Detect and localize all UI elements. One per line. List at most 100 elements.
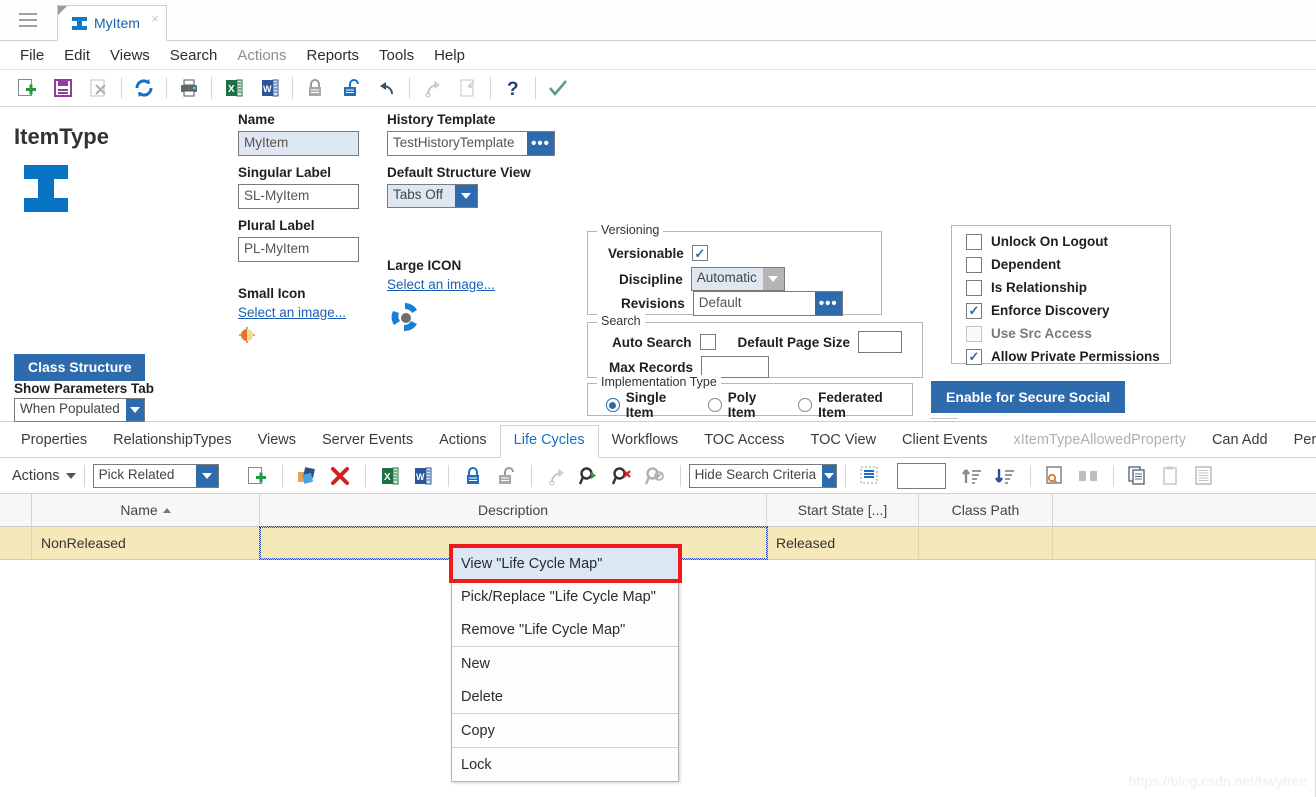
- redo-icon[interactable]: [414, 73, 450, 103]
- tab-can-add[interactable]: Can Add: [1199, 426, 1281, 457]
- large-icon-select-link[interactable]: Select an image...: [387, 277, 555, 292]
- menu-views[interactable]: Views: [100, 45, 160, 66]
- tab-workflows[interactable]: Workflows: [599, 426, 692, 457]
- default-structure-view-select[interactable]: Tabs Off: [387, 184, 478, 208]
- copy-icon[interactable]: [450, 73, 486, 103]
- undo-icon[interactable]: [369, 73, 405, 103]
- save-icon[interactable]: [45, 73, 81, 103]
- lock-icon[interactable]: [297, 73, 333, 103]
- singular-label-input[interactable]: SL-MyItem: [238, 184, 359, 209]
- refresh-icon[interactable]: [126, 73, 162, 103]
- delete-icon[interactable]: [81, 73, 117, 103]
- pick-related-select[interactable]: Pick Related: [92, 463, 219, 488]
- is-relationship-checkbox[interactable]: [966, 279, 982, 296]
- help-icon[interactable]: ?: [495, 73, 531, 103]
- menu-edit[interactable]: Edit: [54, 45, 100, 66]
- unlock-icon[interactable]: [490, 461, 523, 491]
- context-menu-item-remove-life-cycle-map[interactable]: Remove "Life Cycle Map": [452, 613, 678, 646]
- revisions-field[interactable]: Default •••: [692, 291, 843, 316]
- enable-secure-social-button[interactable]: Enable for Secure Social: [931, 381, 1126, 413]
- implementation-radio-federated[interactable]: [798, 398, 813, 412]
- flag-row-is-relationship[interactable]: Is Relationship: [952, 276, 1170, 299]
- context-menu-item-lock[interactable]: Lock: [452, 748, 678, 781]
- menu-search[interactable]: Search: [160, 45, 228, 66]
- menu-tools[interactable]: Tools: [369, 45, 424, 66]
- plural-label-input[interactable]: PL-MyItem: [238, 237, 359, 262]
- export-word-icon[interactable]: W: [252, 73, 288, 103]
- flag-row-unlock-on-logout[interactable]: Unlock On Logout: [952, 230, 1170, 253]
- tab-xitemtypeallowedproperty[interactable]: xItemTypeAllowedProperty: [1000, 426, 1198, 457]
- default-page-size-input[interactable]: [858, 331, 903, 353]
- pick-related-item-icon[interactable]: [291, 461, 324, 491]
- hide-search-criteria-select[interactable]: Hide Search Criteria: [688, 463, 837, 488]
- chevron-down-icon[interactable]: [455, 185, 477, 207]
- enforce-discovery-checkbox[interactable]: [966, 302, 982, 319]
- discipline-select[interactable]: Automatic: [690, 267, 785, 291]
- select-all-icon[interactable]: [854, 461, 887, 491]
- tab-relationshiptypes[interactable]: RelationshipTypes: [100, 426, 245, 457]
- history-template-field[interactable]: TestHistoryTemplate •••: [387, 131, 555, 156]
- tab-perm[interactable]: Perm: [1281, 426, 1316, 457]
- grid-header-name[interactable]: Name: [32, 494, 260, 526]
- context-menu-item-copy[interactable]: Copy: [452, 714, 678, 747]
- export-word-icon[interactable]: W: [407, 461, 440, 491]
- delete-row-icon[interactable]: [324, 461, 357, 491]
- unlock-on-logout-checkbox[interactable]: [966, 233, 982, 250]
- context-menu-item-pick-replace-life-cycle-map[interactable]: Pick/Replace "Life Cycle Map": [452, 580, 678, 613]
- tab-life-cycles[interactable]: Life Cycles: [499, 425, 599, 458]
- name-input[interactable]: MyItem: [238, 131, 359, 156]
- sort-ascending-icon[interactable]: [956, 461, 989, 491]
- export-excel-icon[interactable]: X: [216, 73, 252, 103]
- chevron-down-icon[interactable]: [195, 464, 218, 487]
- grid-header-description[interactable]: Description: [260, 494, 767, 526]
- row-selector-cell[interactable]: [0, 527, 32, 559]
- disabled-search-icon[interactable]: [639, 461, 672, 491]
- sort-descending-icon[interactable]: [989, 461, 1022, 491]
- revisions-input[interactable]: Default: [693, 292, 815, 315]
- lock-icon[interactable]: [457, 461, 490, 491]
- tab-toc-access[interactable]: TOC Access: [691, 426, 797, 457]
- auto-search-checkbox[interactable]: [699, 334, 716, 350]
- find-in-page-icon[interactable]: [1039, 461, 1072, 491]
- class-structure-button[interactable]: Class Structure: [14, 354, 146, 381]
- flag-row-allow-private-permissions[interactable]: Allow Private Permissions: [952, 345, 1170, 368]
- dependent-checkbox[interactable]: [966, 256, 982, 273]
- menu-file[interactable]: File: [10, 45, 54, 66]
- merge-icon[interactable]: [1072, 461, 1105, 491]
- history-template-browse-button[interactable]: •••: [527, 132, 554, 155]
- print-icon[interactable]: [171, 73, 207, 103]
- revisions-browse-button[interactable]: •••: [814, 292, 842, 315]
- row-cell-start-state[interactable]: Released: [767, 527, 919, 559]
- properties-icon[interactable]: [1188, 461, 1221, 491]
- run-search-icon[interactable]: [573, 461, 606, 491]
- tab-server-events[interactable]: Server Events: [309, 426, 426, 457]
- main-menu-icon[interactable]: [19, 13, 37, 27]
- close-icon[interactable]: ×: [151, 12, 159, 25]
- implementation-radio-single[interactable]: [606, 398, 620, 412]
- row-cell-class-path[interactable]: [919, 527, 1053, 559]
- actions-dropdown-button[interactable]: Actions: [12, 468, 76, 484]
- redo-icon[interactable]: [540, 461, 573, 491]
- allow-private-permissions-checkbox[interactable]: [966, 348, 982, 365]
- history-template-input[interactable]: TestHistoryTemplate: [388, 132, 527, 155]
- flag-row-dependent[interactable]: Dependent: [952, 253, 1170, 276]
- grid-header-class-path[interactable]: Class Path: [919, 494, 1053, 526]
- tab-toc-view[interactable]: TOC View: [798, 426, 890, 457]
- grid-header-start-state[interactable]: Start State [...]: [767, 494, 919, 526]
- chevron-down-icon[interactable]: [822, 464, 836, 487]
- chevron-down-icon[interactable]: [762, 268, 784, 290]
- paste-icon[interactable]: [1155, 461, 1188, 491]
- add-row-icon[interactable]: [241, 461, 274, 491]
- unlock-icon[interactable]: [333, 73, 369, 103]
- document-tab-myitem[interactable]: MyItem ×: [57, 5, 167, 41]
- menu-help[interactable]: Help: [424, 45, 475, 66]
- implementation-radio-poly[interactable]: [708, 398, 722, 412]
- small-icon-select-link[interactable]: Select an image...: [238, 305, 359, 320]
- flag-row-enforce-discovery[interactable]: Enforce Discovery: [952, 299, 1170, 322]
- versionable-checkbox[interactable]: [691, 245, 708, 261]
- show-parameters-tab-select[interactable]: When Populated: [14, 398, 145, 422]
- copy-icon[interactable]: [1122, 461, 1155, 491]
- new-icon[interactable]: [9, 73, 45, 103]
- page-size-input[interactable]: [896, 462, 946, 489]
- menu-reports[interactable]: Reports: [297, 45, 370, 66]
